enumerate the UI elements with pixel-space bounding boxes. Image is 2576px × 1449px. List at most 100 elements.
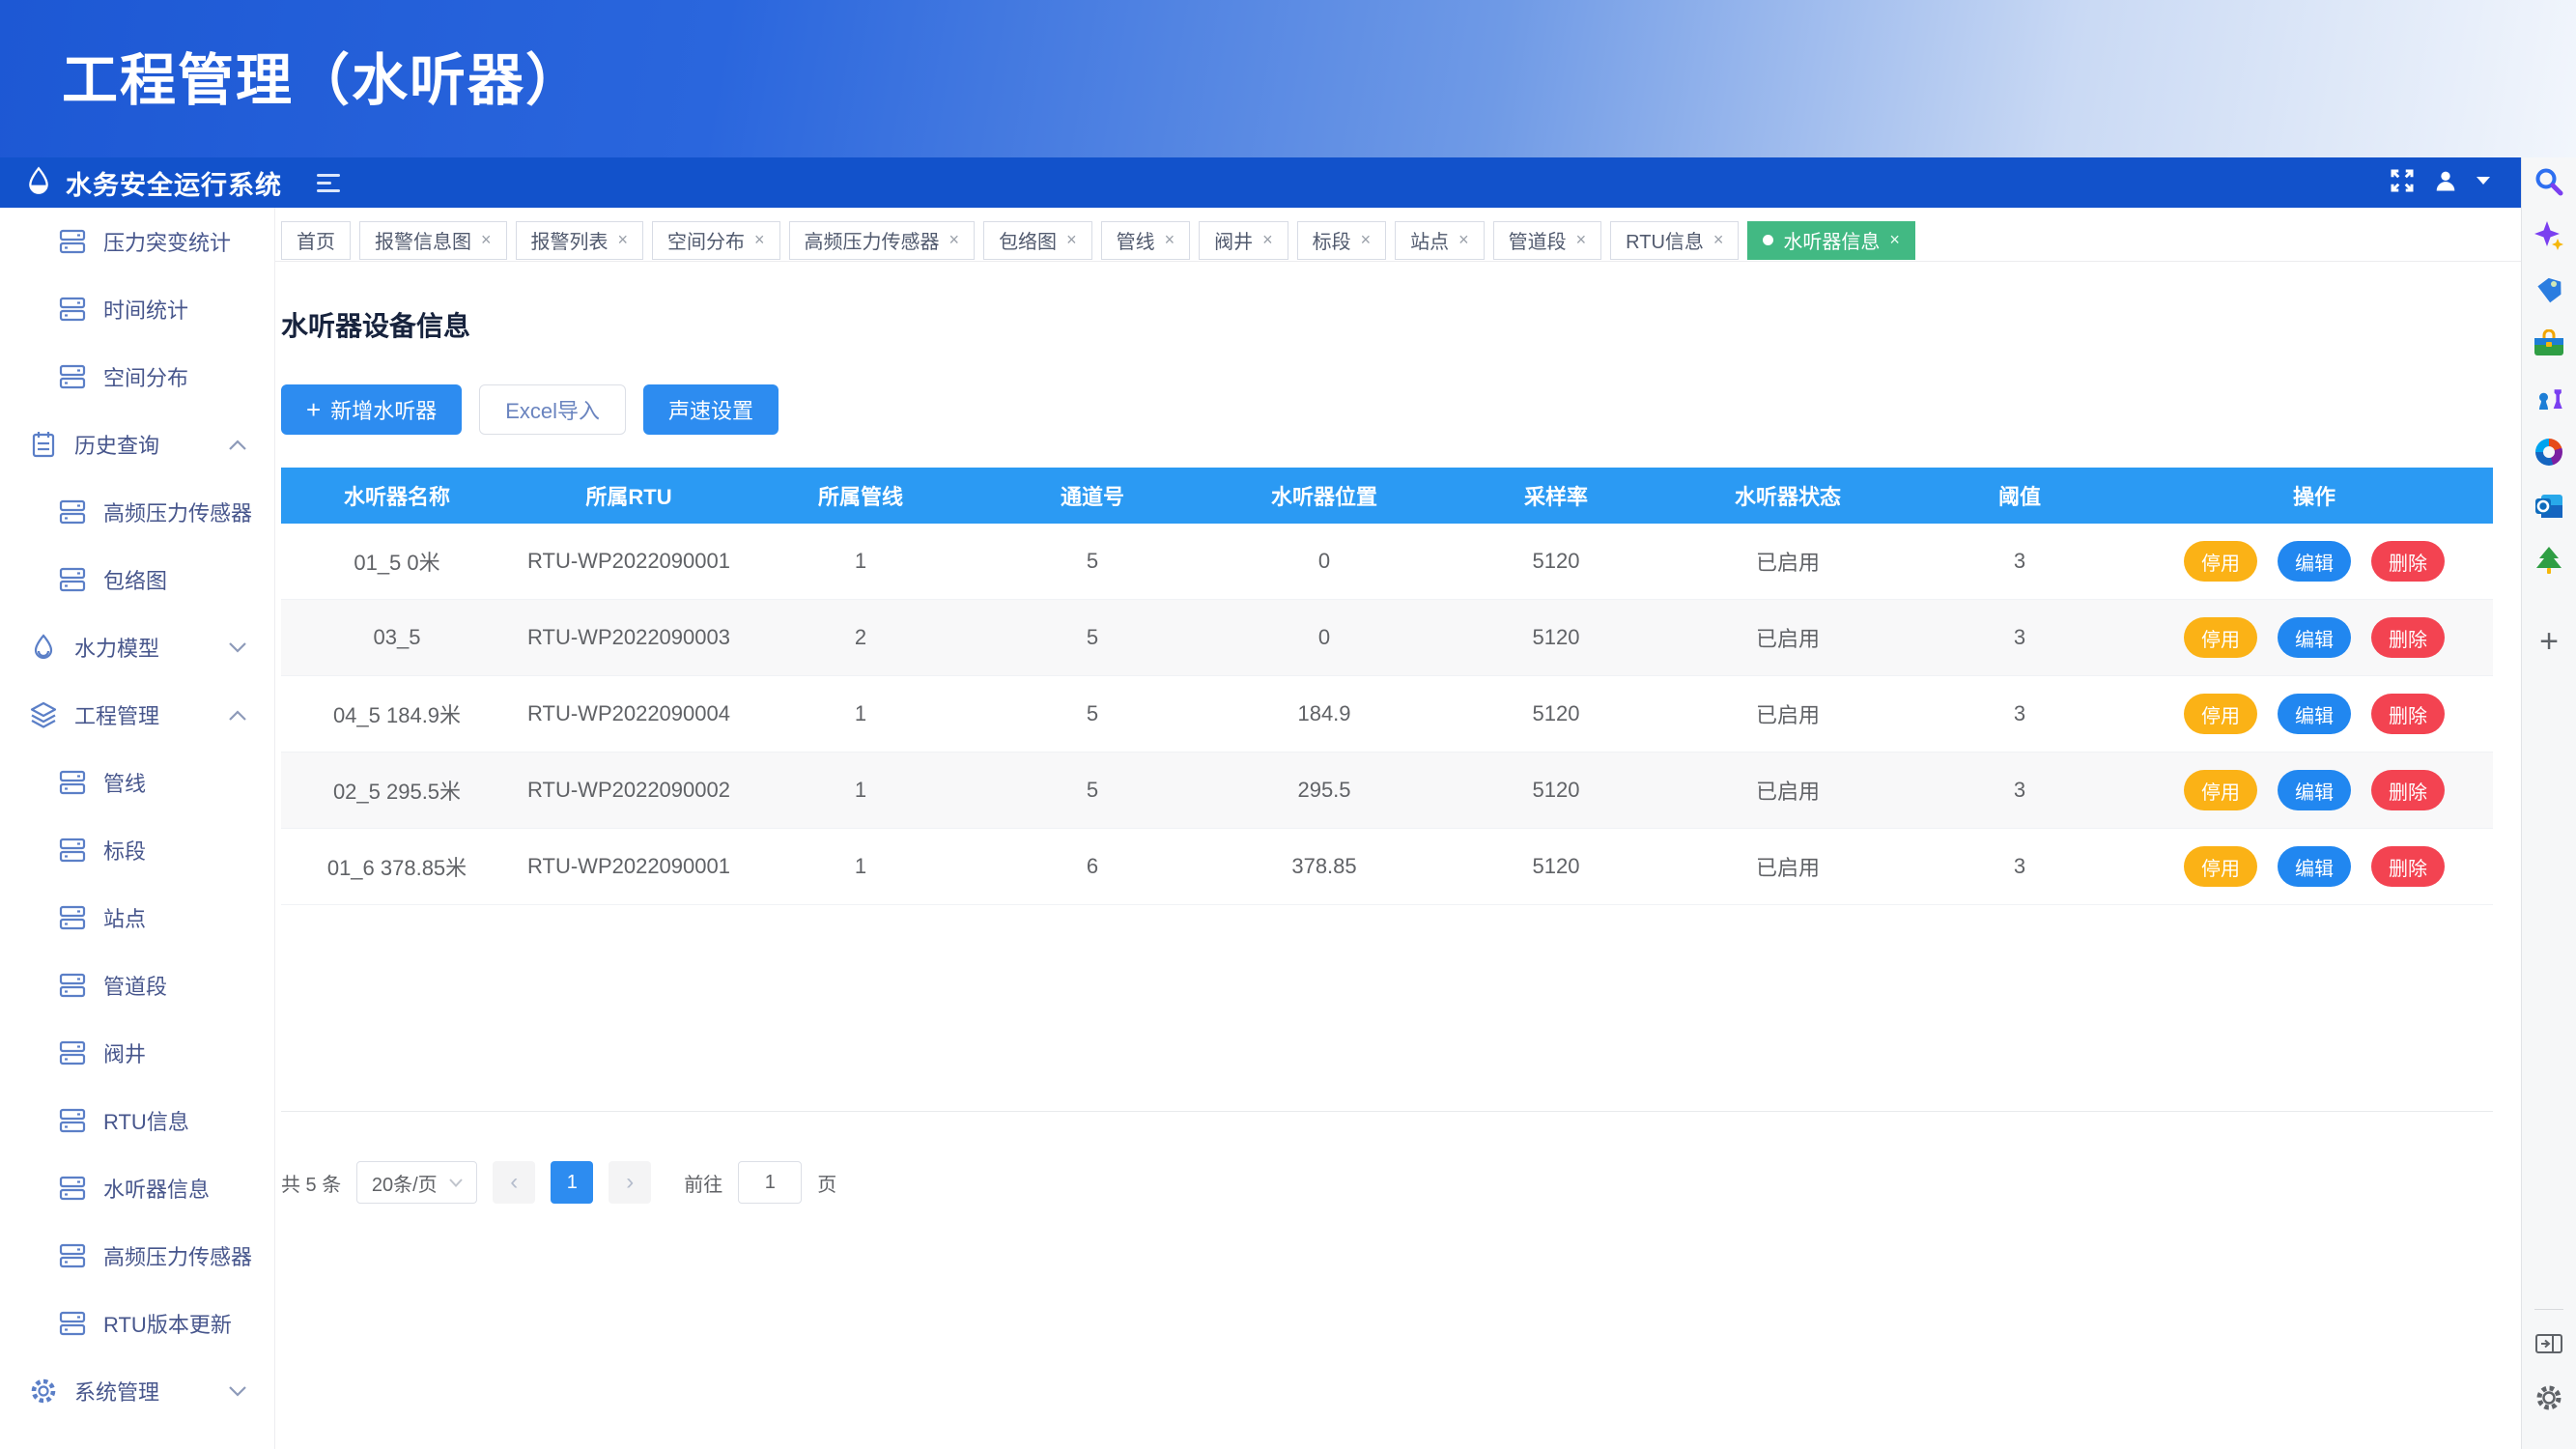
outlook-icon[interactable] (2533, 490, 2565, 523)
delete-button[interactable]: 删除 (2371, 694, 2445, 734)
layers-icon (29, 700, 58, 729)
sidebar-item-17[interactable]: 系统管理 (0, 1357, 274, 1425)
disable-button[interactable]: 停用 (2184, 617, 2257, 658)
close-icon[interactable]: × (949, 230, 960, 250)
tab-0[interactable]: 首页 (281, 221, 351, 260)
table-cell: RTU-WP2022090004 (513, 701, 745, 726)
tab-5[interactable]: 包络图× (983, 221, 1092, 260)
disable-button[interactable]: 停用 (2184, 541, 2257, 582)
tab-6[interactable]: 管线× (1101, 221, 1191, 260)
m365-icon (2535, 439, 2562, 466)
shopping-tag-icon[interactable] (2533, 273, 2565, 306)
close-icon[interactable]: × (1165, 230, 1175, 250)
tab-12[interactable]: 水听器信息× (1747, 221, 1915, 260)
server-icon (58, 1174, 87, 1203)
goto-label: 前往 (684, 1169, 722, 1197)
current-page-button[interactable]: 1 (551, 1161, 593, 1204)
sidebar-item-14[interactable]: 水听器信息 (0, 1154, 274, 1222)
tab-1[interactable]: 报警信息图× (359, 221, 507, 260)
sidebar-item-16[interactable]: RTU版本更新 (0, 1290, 274, 1357)
user-avatar-icon[interactable] (2432, 167, 2459, 199)
tree-icon[interactable] (2533, 544, 2565, 577)
delete-button[interactable]: 删除 (2371, 541, 2445, 582)
table-cell: RTU-WP2022090003 (513, 625, 745, 650)
menu-collapse-icon[interactable] (317, 174, 340, 192)
search-icon[interactable] (2533, 165, 2565, 198)
edit-button[interactable]: 编辑 (2278, 770, 2351, 810)
sidebar-item-15[interactable]: 高频压力传感器 (0, 1222, 274, 1290)
sidebar-item-label: 管线 (103, 767, 146, 798)
sidebar-item-0[interactable]: 压力突变统计 (0, 208, 274, 275)
close-icon[interactable]: × (481, 230, 492, 250)
close-icon[interactable]: × (1713, 230, 1724, 250)
sidebar-item-7[interactable]: 工程管理 (0, 681, 274, 749)
add-icon[interactable]: + (2533, 625, 2565, 658)
sidebar-item-9[interactable]: 标段 (0, 816, 274, 884)
sidebar-item-13[interactable]: RTU信息 (0, 1087, 274, 1154)
disable-button[interactable]: 停用 (2184, 770, 2257, 810)
prev-page-button[interactable]: ‹ (493, 1161, 535, 1204)
delete-button[interactable]: 删除 (2371, 846, 2445, 887)
sidebar-item-4[interactable]: 高频压力传感器 (0, 478, 274, 546)
disable-button[interactable]: 停用 (2184, 694, 2257, 734)
tab-8[interactable]: 标段 × (1297, 221, 1387, 260)
settings-icon[interactable] (2533, 1381, 2565, 1414)
close-icon[interactable]: × (1458, 230, 1469, 250)
delete-button[interactable]: 删除 (2371, 770, 2445, 810)
sidebar-item-label: 水听器信息 (103, 1173, 210, 1204)
close-icon[interactable]: × (1576, 230, 1587, 250)
sidebar-item-6[interactable]: 水力模型 (0, 613, 274, 681)
table-cell: 3 (1904, 778, 2136, 803)
next-page-button[interactable]: › (609, 1161, 651, 1204)
table-footer-divider (281, 1111, 2493, 1112)
edit-button[interactable]: 编辑 (2278, 541, 2351, 582)
games-icon[interactable] (2533, 382, 2565, 414)
close-icon[interactable]: × (1066, 230, 1077, 250)
add-hydrophone-button[interactable]: + 新增水听器 (281, 384, 462, 435)
server-icon (58, 1106, 87, 1135)
sound-speed-settings-button[interactable]: 声速设置 (643, 384, 778, 435)
goto-page-input[interactable] (738, 1161, 802, 1204)
close-icon[interactable]: × (1361, 230, 1372, 250)
panel-toggle-icon[interactable] (2533, 1327, 2565, 1360)
delete-button[interactable]: 删除 (2371, 617, 2445, 658)
m365-icon[interactable] (2533, 436, 2565, 469)
tab-3[interactable]: 空间分布 × (652, 221, 780, 260)
table-cell: 3 (1904, 625, 2136, 650)
disable-button[interactable]: 停用 (2184, 846, 2257, 887)
close-icon[interactable]: × (618, 230, 629, 250)
close-icon[interactable]: × (1262, 230, 1273, 250)
table-row: 01_5 0米RTU-WP20220900011505120已启用3停用编辑删除 (281, 524, 2493, 600)
excel-import-button[interactable]: Excel导入 (479, 384, 626, 435)
tab-label: 空间分布 (667, 226, 745, 254)
user-dropdown-caret-icon[interactable] (2475, 174, 2492, 191)
column-header: 采样率 (1440, 480, 1672, 511)
copilot-icon[interactable] (2533, 219, 2565, 252)
tab-10[interactable]: 管道段× (1493, 221, 1602, 260)
tab-11[interactable]: RTU信息× (1610, 221, 1739, 260)
server-icon (58, 362, 87, 391)
edit-button[interactable]: 编辑 (2278, 694, 2351, 734)
sidebar-item-label: 高频压力传感器 (103, 1240, 252, 1271)
active-tab-dot (1763, 235, 1773, 245)
page-size-select[interactable]: 20条/页 (356, 1161, 477, 1204)
sidebar-item-1[interactable]: 时间统计 (0, 275, 274, 343)
sidebar-item-2[interactable]: 空间分布 (0, 343, 274, 411)
sidebar-item-3[interactable]: 历史查询 (0, 411, 274, 478)
close-icon[interactable]: × (754, 230, 765, 250)
edit-button[interactable]: 编辑 (2278, 846, 2351, 887)
tab-2[interactable]: 报警列表× (516, 221, 644, 260)
tab-7[interactable]: 阀井× (1199, 221, 1288, 260)
sidebar-item-12[interactable]: 阀井 (0, 1019, 274, 1087)
edit-button[interactable]: 编辑 (2278, 617, 2351, 658)
sidebar-item-11[interactable]: 管道段 (0, 952, 274, 1019)
fullscreen-icon[interactable] (2388, 166, 2417, 200)
sidebar-item-5[interactable]: 包络图 (0, 546, 274, 613)
toolbox-icon[interactable] (2533, 327, 2565, 360)
tab-9[interactable]: 站点× (1395, 221, 1485, 260)
close-icon[interactable]: × (1889, 230, 1900, 250)
tab-4[interactable]: 高频压力传感器× (789, 221, 976, 260)
tab-label: 标段 (1313, 226, 1351, 254)
sidebar-item-10[interactable]: 站点 (0, 884, 274, 952)
sidebar-item-8[interactable]: 管线 (0, 749, 274, 816)
